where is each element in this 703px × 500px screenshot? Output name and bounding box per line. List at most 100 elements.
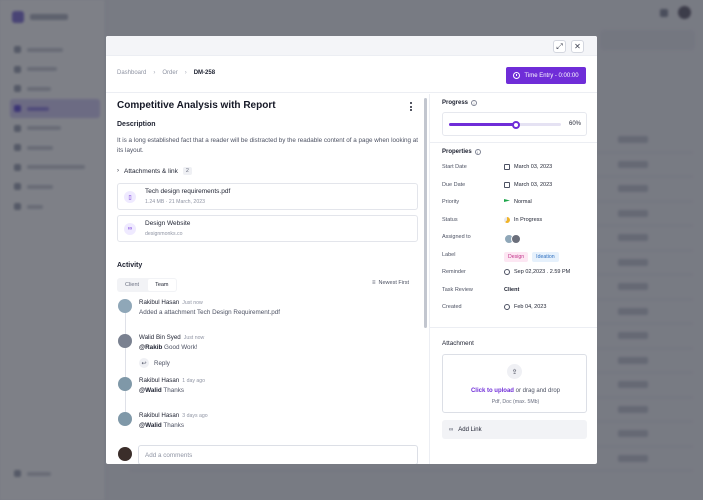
task-title: Competitive Analysis with Report — [117, 100, 276, 111]
activity-text: Added a attachment Tech Design Requireme… — [139, 309, 280, 316]
divider — [430, 327, 597, 328]
time-entry-button[interactable]: Time Entry - 0:00:00 — [506, 67, 586, 84]
breadcrumb-item-current: DM-258 — [193, 70, 216, 76]
description-title: Description — [117, 121, 156, 128]
divider — [430, 142, 597, 143]
more-options-icon[interactable] — [410, 102, 412, 111]
file-icon: ▯ — [124, 191, 136, 203]
add-link-button[interactable]: ∞ Add Link — [442, 420, 587, 439]
reply-icon: ↩ — [139, 358, 149, 368]
activity-title: Activity — [117, 262, 143, 269]
activity-time: 1 day ago — [182, 378, 206, 384]
link-icon: ∞ — [124, 223, 136, 235]
sort-label: Newest First — [378, 280, 410, 286]
attachment-card[interactable]: ▯ Tech design requirements.pdf 1.24 MB ·… — [117, 183, 418, 210]
expand-icon[interactable]: ⤢ — [553, 40, 566, 53]
modal-top-bar: ⤢ ✕ — [106, 36, 597, 56]
property-start-date: Start Date March 03, 2023 — [442, 163, 592, 173]
status-progress-icon — [504, 217, 510, 223]
attachment-meta: 1.24 MB · 21 March, 2023 — [145, 199, 205, 205]
avatar — [118, 412, 132, 426]
property-priority: Priority Normal — [442, 198, 592, 208]
activity-timeline-line — [125, 310, 126, 422]
property-label: Created — [442, 304, 462, 310]
reminder-value[interactable]: Sep 02,2023 . 2.59 PM — [504, 269, 570, 275]
upload-link[interactable]: Click to upload — [471, 388, 514, 394]
reply-label: Reply — [154, 359, 170, 367]
tab-client[interactable]: Client — [118, 279, 146, 291]
calendar-icon — [504, 164, 510, 170]
property-label: Due Date — [442, 182, 466, 188]
property-label: Task Review — [442, 287, 473, 293]
progress-value: 60% — [569, 121, 582, 127]
task-review-value[interactable]: Client — [504, 287, 519, 293]
sort-dropdown[interactable]: ≡ Newest First — [372, 280, 409, 286]
progress-handle[interactable] — [512, 120, 521, 129]
activity-text: @Walid Thanks — [139, 422, 184, 429]
breadcrumb-item-dashboard[interactable]: Dashboard — [117, 70, 146, 76]
time-entry-label: Time Entry - 0:00:00 — [524, 72, 579, 79]
property-reminder: Reminder Sep 02,2023 . 2.59 PM — [442, 268, 592, 278]
calendar-icon — [504, 182, 510, 188]
breadcrumb-item-order[interactable]: Order — [162, 70, 177, 76]
property-status: Status In Progress — [442, 216, 592, 226]
property-created: Created Feb 04, 2023 — [442, 303, 592, 313]
tab-team[interactable]: Team — [148, 279, 176, 291]
info-icon: i — [471, 100, 478, 106]
assignees[interactable] — [504, 234, 521, 244]
progress-card: 60% — [442, 112, 587, 136]
modal-header: Dashboard › Order › DM-258 Time Entry - … — [106, 56, 597, 93]
task-main-panel: Competitive Analysis with Report Descrip… — [106, 94, 431, 464]
link-url: designmonks.co — [145, 231, 183, 237]
chevron-right-icon: › — [184, 70, 187, 76]
due-date-value[interactable]: March 03, 2023 — [504, 182, 552, 188]
property-task-review: Task Review Client — [442, 286, 592, 296]
avatar — [118, 299, 132, 313]
activity-text: @Rakib Good Work! — [139, 344, 198, 351]
avatar — [118, 377, 132, 391]
chevron-right-icon: › — [117, 168, 119, 174]
alarm-icon — [504, 269, 510, 275]
created-value: Feb 04, 2023 — [504, 304, 546, 310]
status-value[interactable]: In Progress — [504, 217, 542, 223]
sort-icon: ≡ — [372, 280, 376, 286]
start-date-value[interactable]: March 03, 2023 — [504, 164, 552, 170]
activity-time: Just now — [183, 335, 205, 341]
label-tags[interactable]: Design Ideation — [504, 252, 559, 262]
properties-title: Properties i — [442, 149, 481, 155]
progress-slider[interactable] — [449, 120, 561, 129]
info-icon: i — [474, 149, 481, 155]
property-label: Priority — [442, 199, 460, 205]
close-icon[interactable]: ✕ — [571, 40, 584, 53]
activity-time: 3 days ago — [182, 413, 208, 419]
activity-time: Just now — [182, 300, 203, 306]
activity-author: Rakibul Hasan 1 day ago — [139, 377, 206, 384]
link-card[interactable]: ∞ Design Website designmonks.co — [117, 215, 418, 242]
property-label-tags: Label Design Ideation — [442, 251, 592, 262]
activity-author: Walid Bin Syed Just now — [139, 334, 205, 341]
upload-dropzone[interactable]: ⇪ Click to upload or drag and drop Pdf, … — [442, 354, 587, 413]
property-label: Label — [442, 252, 456, 258]
clock-icon — [513, 72, 521, 79]
link-name: Design Website — [145, 220, 191, 227]
chevron-right-icon: › — [153, 70, 156, 76]
scrollbar[interactable] — [424, 98, 427, 328]
avatar — [118, 447, 132, 461]
description-text: It is a long established fact that a rea… — [117, 137, 419, 154]
attachments-label: Attachments & link — [124, 167, 178, 175]
property-label: Reminder — [442, 269, 466, 275]
task-detail-modal: ⤢ ✕ Dashboard › Order › DM-258 Time Entr… — [106, 36, 597, 464]
property-label: Start Date — [442, 164, 467, 170]
upload-text: Click to upload or drag and drop — [470, 388, 561, 394]
comment-input[interactable]: Add a comments — [138, 445, 418, 464]
activity-tabs: Client Team — [117, 278, 177, 292]
tag-design[interactable]: Design — [504, 252, 529, 262]
attachments-toggle[interactable]: › Attachments & link 2 — [117, 167, 192, 175]
property-label: Status — [442, 217, 458, 223]
property-due-date: Due Date March 03, 2023 — [442, 181, 592, 191]
tag-ideation[interactable]: Ideation — [532, 252, 559, 262]
priority-value[interactable]: Normal — [504, 199, 532, 205]
property-label: Assigned to — [442, 234, 471, 240]
progress-title: Progress i — [442, 100, 478, 106]
reply-button[interactable]: ↩ Reply — [139, 358, 170, 368]
